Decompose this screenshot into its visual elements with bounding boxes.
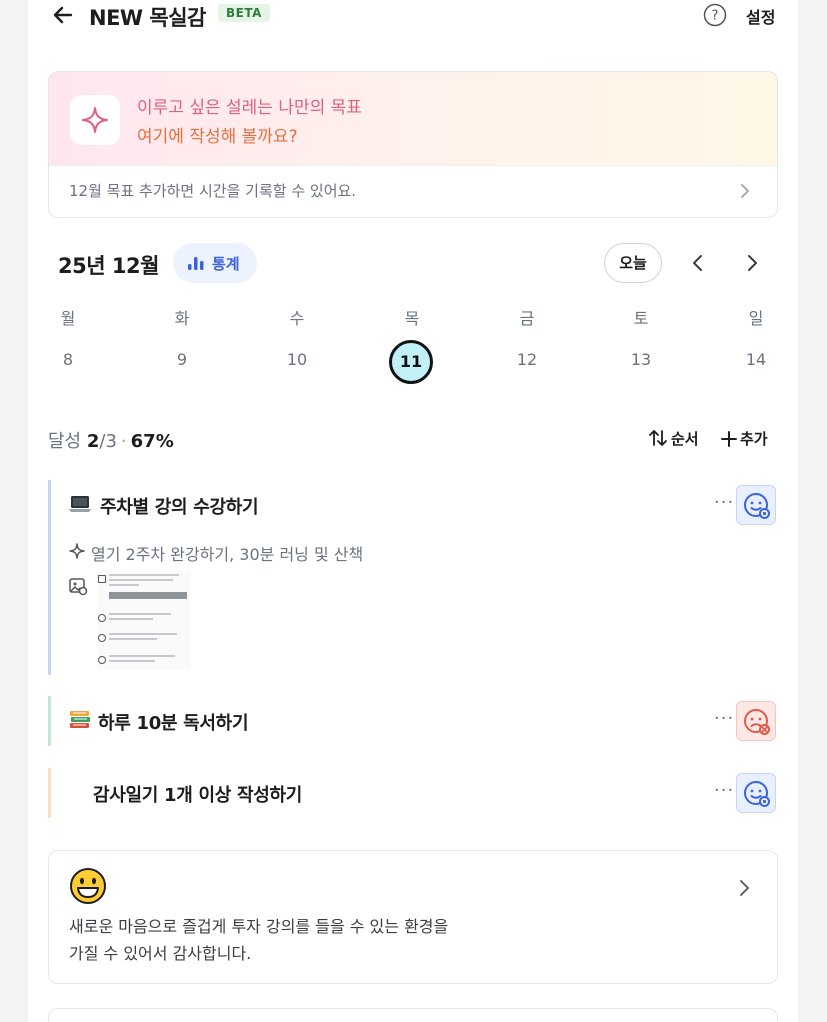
achievement-done: 2	[86, 431, 100, 452]
stats-label: 통계	[212, 255, 240, 273]
goal-hint-row[interactable]: 12월 목표 추가하면 시간을 기록할 수 있어요.	[49, 165, 777, 217]
app-page: NEW 목실감 BETA ? 설정 이루고 싶은 설레는 나만의 목표 여기에 …	[28, 0, 798, 1022]
achievement-label: 달성	[48, 431, 82, 452]
task-color-bar	[48, 480, 51, 675]
chevron-right-icon[interactable]	[744, 253, 760, 277]
calendar-date[interactable]: 14	[736, 350, 776, 369]
chevron-left-icon[interactable]	[690, 253, 706, 277]
weekday-label: 금	[519, 309, 535, 328]
task-item[interactable]: 하루 10분 독서하기 ···	[48, 696, 778, 746]
smile-face-icon[interactable]	[736, 485, 776, 525]
today-button[interactable]: 오늘	[604, 243, 662, 283]
svg-text:?: ?	[712, 9, 719, 24]
sad-face-icon[interactable]	[736, 701, 776, 741]
calendar-date[interactable]: 8	[48, 350, 88, 369]
bar-chart-icon	[188, 257, 204, 270]
task-color-bar	[48, 696, 51, 746]
attached-screenshot-thumbnail[interactable]	[97, 570, 191, 670]
gratitude-text-line1: 새로운 마음으로 즐겁게 투자 강의를 들을 수 있는 환경을	[69, 917, 449, 936]
add-task-button[interactable]: 추가	[721, 428, 768, 449]
sort-order-button[interactable]: 순서	[648, 428, 699, 449]
add-task-label: 추가	[740, 430, 768, 448]
calendar-date[interactable]: 10	[277, 350, 317, 369]
more-options-icon[interactable]: ···	[714, 780, 734, 801]
chevron-right-icon	[737, 878, 751, 902]
next-card	[48, 1008, 778, 1022]
monthly-goal-card[interactable]: 이루고 싶은 설레는 나만의 목표 여기에 작성해 볼까요? 12월 목표 추가…	[48, 71, 778, 218]
task-detail: 열기 2주차 완강하기, 30분 러닝 및 산책	[91, 545, 364, 564]
help-icon[interactable]: ?	[703, 3, 727, 27]
task-title: 감사일기 1개 이상 작성하기	[93, 785, 302, 806]
more-options-icon[interactable]: ···	[714, 708, 734, 729]
image-attachment-icon	[68, 576, 88, 600]
weekday-label: 토	[633, 309, 649, 328]
goal-banner: 이루고 싶은 설레는 나만의 목표 여기에 작성해 볼까요?	[49, 72, 777, 165]
smile-face-icon[interactable]	[736, 773, 776, 813]
weekday-label: 목	[404, 309, 420, 328]
plus-icon	[721, 431, 737, 447]
chevron-right-icon	[739, 182, 751, 204]
calendar-date[interactable]: 13	[621, 350, 661, 369]
header: NEW 목실감 BETA ? 설정	[28, 0, 798, 30]
gratitude-entry-card[interactable]: 새로운 마음으로 즐겁게 투자 강의를 들을 수 있는 환경을 가질 수 있어서…	[48, 850, 778, 984]
grinning-face-icon	[69, 867, 107, 909]
laptop-icon	[68, 493, 92, 519]
achievement-percent: 67%	[130, 431, 174, 452]
achievement-total: /3	[99, 431, 117, 452]
calendar-date[interactable]: 9	[162, 350, 202, 369]
separator-dot: ·	[120, 431, 127, 452]
task-item[interactable]: 주차별 강의 수강하기 ··· 열기 2주차 완강하기, 30분 러닝 및 산책	[48, 480, 778, 675]
calendar-date[interactable]: 12	[507, 350, 547, 369]
sparkle-icon	[69, 543, 85, 563]
weekday-label: 수	[289, 309, 305, 328]
sort-order-label: 순서	[671, 430, 699, 448]
gratitude-text-line2: 가질 수 있어서 감사합니다.	[69, 944, 252, 963]
goal-hint-text: 12월 목표 추가하면 시간을 기록할 수 있어요.	[69, 182, 357, 200]
month-label: 25년 12월	[58, 254, 159, 278]
calendar-date-selected[interactable]: 11	[389, 340, 433, 384]
page-title: NEW 목실감	[89, 6, 206, 30]
books-icon	[68, 709, 92, 735]
achievement-summary: 달성 2/3 · 67%	[48, 427, 174, 453]
weekday-label: 월	[60, 309, 76, 328]
settings-button[interactable]: 설정	[746, 4, 775, 28]
sparkle-icon	[70, 95, 120, 145]
task-title: 주차별 강의 수강하기	[100, 497, 259, 518]
goal-prompt-line1: 이루고 싶은 설레는 나만의 목표	[137, 98, 362, 118]
beta-badge: BETA	[218, 4, 270, 22]
more-options-icon[interactable]: ···	[714, 492, 734, 513]
goal-prompt-line2: 여기에 작성해 볼까요?	[137, 127, 298, 147]
task-item[interactable]: 감사일기 1개 이상 작성하기 ···	[48, 768, 778, 818]
weekday-label: 일	[748, 309, 764, 328]
weekday-label: 화	[174, 309, 190, 328]
back-arrow-icon[interactable]	[50, 2, 76, 28]
stats-button[interactable]: 통계	[173, 243, 257, 283]
task-color-bar	[48, 768, 51, 818]
task-title: 하루 10분 독서하기	[98, 713, 249, 734]
sort-arrows-icon	[649, 430, 667, 446]
